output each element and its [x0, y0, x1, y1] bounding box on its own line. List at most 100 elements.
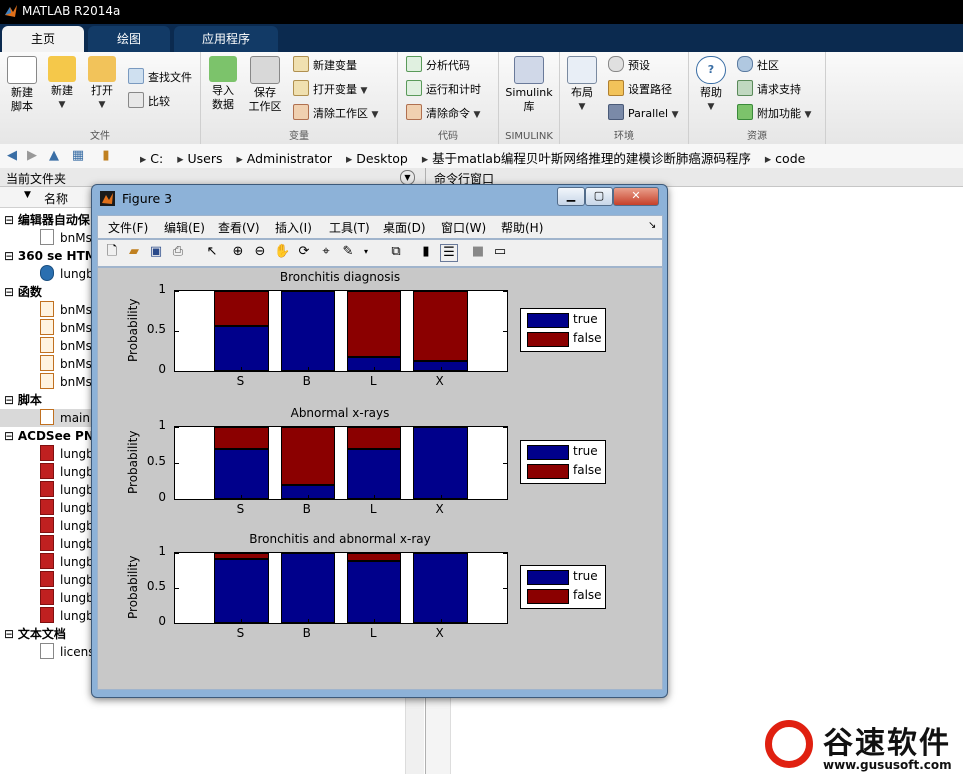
x-tick-label: L: [369, 626, 377, 640]
request-support-button[interactable]: 请求支持: [737, 80, 801, 98]
panel-menu-icon[interactable]: ▼: [400, 170, 415, 185]
collapse-icon[interactable]: ⊟: [4, 429, 18, 443]
link-plot-icon[interactable]: ⧉: [388, 244, 404, 260]
preferences-button[interactable]: 预设: [608, 56, 650, 74]
layout-button[interactable]: 布局 ▼: [566, 56, 598, 114]
x-tick-mark: [374, 367, 376, 371]
legend-swatch-true: [527, 445, 569, 460]
legend-icon[interactable]: ☰: [440, 244, 458, 262]
help-button[interactable]: ? 帮助 ▼: [695, 56, 727, 114]
up-folder-icon[interactable]: ▲: [46, 148, 62, 164]
m-function-file-icon: [40, 373, 54, 389]
tab-plots[interactable]: 绘图: [88, 26, 170, 52]
legend[interactable]: true false: [520, 565, 606, 609]
menu-help[interactable]: 帮助(H): [501, 219, 543, 236]
legend[interactable]: true false: [520, 440, 606, 484]
collapse-icon[interactable]: ⊟: [4, 393, 18, 407]
m-function-file-icon: [40, 337, 54, 353]
minimize-button[interactable]: ▁: [557, 187, 585, 206]
browse-folder-icon[interactable]: ▦: [70, 148, 86, 164]
breadcrumb-item[interactable]: Administrator: [247, 151, 332, 166]
maximize-button[interactable]: ▢: [585, 187, 613, 206]
breadcrumb-item[interactable]: C:: [150, 151, 163, 166]
close-button[interactable]: ✕: [613, 187, 659, 206]
breadcrumb-item[interactable]: 基于matlab编程贝叶斯网络推理的建模诊断肺癌源码程序: [432, 151, 751, 166]
tab-home[interactable]: 主页: [2, 26, 84, 52]
breadcrumb-item[interactable]: Users: [188, 151, 223, 166]
collapse-icon[interactable]: ⊟: [4, 285, 18, 299]
brush-icon[interactable]: ✎: [340, 244, 356, 260]
community-button[interactable]: 社区: [737, 56, 779, 74]
forward-arrow-icon[interactable]: ▶: [24, 148, 40, 164]
y-tick-mark: [503, 588, 507, 589]
find-files-button[interactable]: 查找文件: [128, 68, 192, 86]
new-figure-icon[interactable]: 🗋: [104, 244, 120, 260]
parallel-button[interactable]: Parallel ▼: [608, 104, 679, 122]
import-data-button[interactable]: 导入 数据: [207, 56, 239, 112]
x-tick-mark: [241, 619, 243, 623]
open-file-icon[interactable]: ▰: [126, 244, 142, 260]
open-variable-button[interactable]: 打开变量 ▼: [293, 80, 367, 98]
show-plot-tools-icon[interactable]: ▭: [492, 244, 508, 260]
x-tick-mark: [374, 619, 376, 623]
menu-desktop[interactable]: 桌面(D): [383, 219, 426, 236]
clear-commands-button[interactable]: 清除命令 ▼: [406, 104, 480, 122]
tree-item-label: lungb: [60, 573, 94, 587]
compare-button[interactable]: 比较: [128, 92, 170, 110]
menu-view[interactable]: 查看(V): [218, 219, 260, 236]
menu-tools[interactable]: 工具(T): [329, 219, 370, 236]
x-tick-label: S: [236, 374, 245, 388]
save-icon[interactable]: ▣: [148, 244, 164, 260]
x-tick-mark: [440, 367, 442, 371]
menu-file[interactable]: 文件(F): [108, 219, 148, 236]
hide-plot-tools-icon[interactable]: ■: [470, 244, 486, 260]
menu-edit[interactable]: 编辑(E): [164, 219, 205, 236]
tree-item-label: lungb: [60, 609, 94, 623]
print-icon[interactable]: ⎙: [170, 244, 186, 260]
png-file-icon: [40, 481, 54, 497]
simulink-library-button[interactable]: Simulink 库: [505, 56, 553, 114]
back-arrow-icon[interactable]: ◀: [4, 148, 20, 164]
addons-button[interactable]: 附加功能 ▼: [737, 104, 811, 122]
dock-arrow-icon[interactable]: ↘: [648, 220, 656, 231]
matlab-logo-icon: [5, 5, 17, 17]
tab-apps[interactable]: 应用程序: [174, 26, 278, 52]
new-variable-button[interactable]: 新建变量: [293, 56, 357, 74]
tree-item-label: main.: [60, 411, 94, 425]
subplot-axes[interactable]: [174, 426, 508, 500]
collapse-icon[interactable]: ⊟: [4, 627, 18, 641]
data-cursor-icon[interactable]: ⌖: [318, 244, 334, 260]
colorbar-icon[interactable]: ▮: [418, 244, 434, 260]
y-axis-label: Probability: [126, 430, 140, 494]
x-tick-label: B: [302, 502, 311, 516]
column-header-name[interactable]: 名称: [44, 190, 68, 207]
y-tick-label: 0.5: [146, 454, 166, 468]
figure-title-bar[interactable]: Figure 3 ▁ ▢ ✕: [92, 185, 667, 213]
pointer-icon[interactable]: ↖: [204, 244, 220, 260]
clear-workspace-button[interactable]: 清除工作区 ▼: [293, 104, 378, 122]
menu-window[interactable]: 窗口(W): [441, 219, 486, 236]
brush-dropdown-icon[interactable]: ▾: [358, 244, 374, 260]
legend[interactable]: true false: [520, 308, 606, 352]
breadcrumb-item[interactable]: code: [775, 151, 805, 166]
bar-false-L: [346, 291, 402, 358]
collapse-icon[interactable]: ⊟: [4, 249, 18, 263]
analyze-code-button[interactable]: 分析代码: [406, 56, 470, 74]
new-script-button[interactable]: 新建 脚本: [6, 56, 38, 114]
save-workspace-button[interactable]: 保存 工作区: [247, 56, 283, 114]
breadcrumb-item[interactable]: Desktop: [356, 151, 408, 166]
zoom-in-icon[interactable]: ⊕: [230, 244, 246, 260]
rotate-3d-icon[interactable]: ⟳: [296, 244, 312, 260]
new-button[interactable]: 新建 ▼: [46, 56, 78, 112]
run-and-time-button[interactable]: 运行和计时: [406, 80, 481, 98]
subplot-axes[interactable]: [174, 552, 508, 624]
current-folder-address-bar: ◀ ▶ ▲ ▦ ▮ ▸ C: ▸ Users ▸ Administrator ▸ Des…: [0, 144, 963, 169]
legend-swatch-false: [527, 332, 569, 347]
collapse-icon[interactable]: ⊟: [4, 213, 18, 227]
set-path-button[interactable]: 设置路径: [608, 80, 672, 98]
zoom-out-icon[interactable]: ⊖: [252, 244, 268, 260]
menu-insert[interactable]: 插入(I): [275, 219, 312, 236]
pan-hand-icon[interactable]: ✋: [274, 244, 290, 260]
subplot-axes[interactable]: [174, 290, 508, 372]
open-button[interactable]: 打开 ▼: [86, 56, 118, 112]
